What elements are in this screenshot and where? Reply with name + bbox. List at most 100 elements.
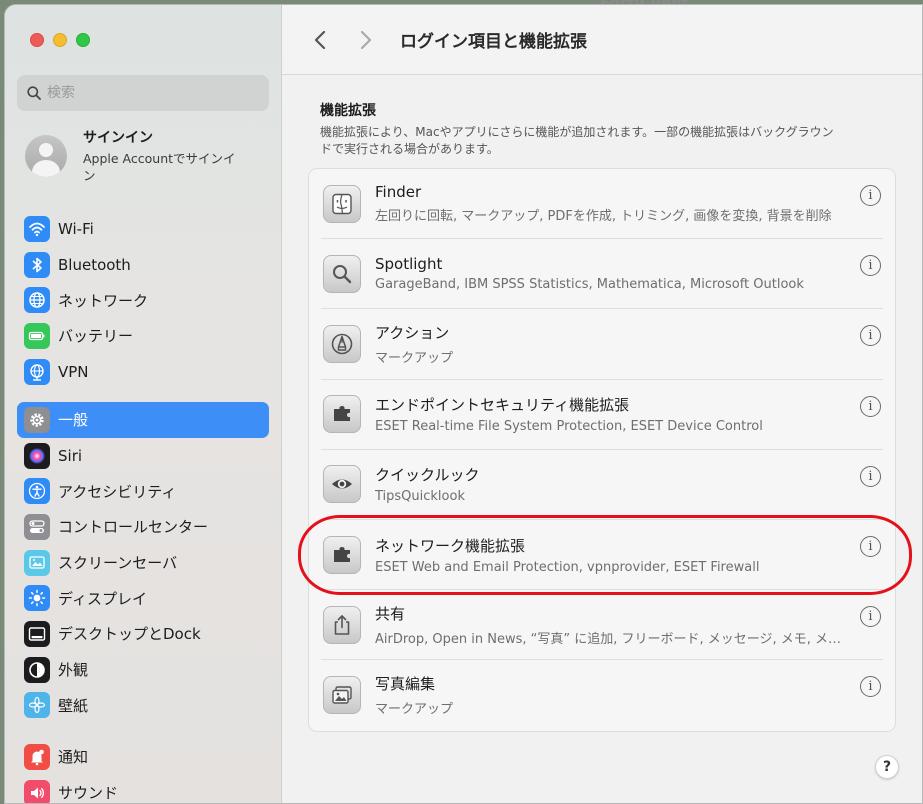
sidebar-item-sun[interactable]: ディスプレイ [17, 580, 269, 616]
info-button[interactable]: i [860, 185, 881, 206]
extension-subtitle: ESET Real-time File System Protection, E… [375, 419, 763, 435]
sidebar-item-control-center[interactable]: コントロールセンター [17, 509, 269, 545]
extension-title: エンドポイントセキュリティ機能拡張 [375, 396, 630, 415]
appearance-icon [24, 656, 50, 683]
sidebar-item-flower[interactable]: 壁紙 [17, 688, 269, 724]
extension-subtitle: 左回りに回転, マークアップ, PDFを作成, トリミング, 画像を変換, 背景… [375, 209, 832, 225]
forward-button[interactable] [352, 26, 380, 54]
bluetooth-icon [24, 251, 50, 278]
sidebar-group-system: 一般 Siri アクセシビリティコントロールセンター スクリーンセーバ ディスプレイデス… [17, 402, 269, 723]
sidebar-item-appearance[interactable]: 外観 [17, 652, 269, 688]
sidebar-item-label: ディスプレイ [58, 589, 147, 608]
extension-row: Finder 左回りに回転, マークアップ, PDFを作成, トリミング, 画像を… [321, 169, 883, 240]
sidebar-item-label: Siri [58, 446, 83, 465]
chevron-left-icon [314, 30, 326, 49]
sidebar-item-label: アクセシビリティ [58, 482, 177, 501]
magnifier-icon [323, 254, 361, 293]
sidebar-item-globe[interactable]: ネットワーク [17, 282, 269, 318]
page-title: ログイン項目と機能拡張 [400, 32, 587, 52]
account-subtitle: Apple Accountでサインイン [83, 151, 236, 183]
system-settings-window: サインイン Apple Accountでサインイン Wi-Fi Bluetooth… [4, 4, 923, 804]
gear-icon [24, 406, 50, 433]
globe-icon [24, 287, 50, 314]
extension-title: ネットワーク機能拡張 [375, 536, 526, 555]
extension-subtitle: AirDrop, Open in News, “写真” に追加, フリーボード,… [375, 631, 842, 647]
search-field[interactable] [17, 75, 269, 111]
sidebar-item-label: サウンド [58, 784, 119, 803]
sidebar-item-label: VPN [58, 362, 89, 381]
sidebar-item-bell[interactable]: 通知 [17, 739, 269, 775]
sidebar-item-wifi[interactable]: Wi-Fi [17, 211, 269, 247]
extension-row: 写真編集 マークアップ i [321, 660, 883, 730]
window-controls [30, 33, 90, 47]
sidebar-item-speaker[interactable]: サウンド [17, 775, 269, 803]
speaker-icon [24, 779, 50, 803]
extension-row: 共有 AirDrop, Open in News, “写真” に追加, フリーボー… [321, 590, 883, 661]
section-description: 機能拡張により、Macやアプリにさらに機能が追加されます。一部の機能拡張はバック… [320, 125, 834, 156]
sidebar-group-network: Wi-Fi Bluetooth ネットワーク バッテリー VPN [17, 211, 269, 389]
extension-title: Spotlight [375, 255, 443, 274]
sidebar-item-label: コントロールセンター [58, 518, 209, 537]
sidebar-item-label: 一般 [58, 411, 89, 430]
accessibility-icon [24, 478, 50, 505]
photos-icon [323, 676, 361, 715]
account-signin[interactable]: サインイン Apple Accountでサインイン [25, 127, 245, 184]
puzzle-icon [323, 395, 361, 434]
extension-row: クイックルック TipsQuicklook i [321, 450, 883, 520]
main-content: ログイン項目と機能拡張 機能拡張 機能拡張により、Macやアプリにさらに機能が追… [282, 5, 922, 803]
sidebar-item-vpn-globe[interactable]: VPN [17, 354, 269, 390]
extension-row: ネットワーク機能拡張 ESET Web and Email Protection,… [321, 520, 883, 591]
puzzle-icon [323, 535, 361, 574]
sidebar-item-screensaver[interactable]: スクリーンセーバ [17, 545, 269, 581]
share-icon [323, 605, 361, 644]
sidebar-item-label: デスクトップとDock [58, 625, 201, 644]
dock-icon [24, 620, 50, 647]
close-window-button[interactable] [30, 33, 44, 47]
flower-icon [24, 692, 50, 719]
help-button[interactable]: ? [875, 755, 899, 779]
bell-icon [24, 743, 50, 770]
wifi-icon [24, 215, 50, 242]
sidebar-item-gear[interactable]: 一般 [17, 402, 269, 438]
sidebar-item-dock[interactable]: デスクトップとDock [17, 616, 269, 652]
extension-title: アクション [375, 323, 450, 342]
info-button[interactable]: i [860, 606, 881, 628]
extensions-section-header: 機能拡張 機能拡張により、Macやアプリにさらに機能が追加されます。一部の機能拡… [320, 100, 840, 158]
sidebar-item-siri[interactable]: Siri [17, 438, 269, 474]
sidebar-group-notifications: 通知 サウンド [17, 739, 269, 803]
info-button[interactable]: i [860, 465, 881, 487]
sidebar: サインイン Apple Accountでサインイン Wi-Fi Bluetooth… [5, 5, 282, 803]
sidebar-item-accessibility[interactable]: アクセシビリティ [17, 473, 269, 509]
sidebar-item-battery[interactable]: バッテリー [17, 318, 269, 354]
extension-subtitle: TipsQuicklook [375, 489, 465, 505]
minimize-window-button[interactable] [53, 33, 67, 47]
sidebar-item-label: 壁紙 [58, 696, 89, 715]
back-button[interactable] [306, 26, 334, 54]
extension-title: Finder [375, 183, 422, 202]
battery-icon [24, 322, 50, 349]
sidebar-item-label: ネットワーク [58, 291, 149, 310]
extension-title: 写真編集 [375, 675, 436, 694]
search-input[interactable] [47, 85, 247, 101]
zoom-window-button[interactable] [76, 33, 90, 47]
sidebar-item-label: Bluetooth [58, 255, 131, 274]
sidebar-item-label: Wi-Fi [58, 219, 94, 238]
extension-subtitle: ESET Web and Email Protection, vpnprovid… [375, 559, 760, 575]
extension-row: エンドポイントセキュリティ機能拡張 ESET Real-time File Sys… [321, 380, 883, 450]
info-button[interactable]: i [860, 395, 881, 417]
extension-row: Spotlight GarageBand, IBM SPSS Statistics… [321, 239, 883, 310]
extension-row: アクション マークアップ i [321, 309, 883, 380]
chevron-right-icon [360, 30, 372, 49]
finder-icon [323, 184, 361, 223]
extension-subtitle: マークアップ [375, 350, 454, 366]
sidebar-item-label: バッテリー [58, 327, 134, 346]
search-icon [27, 86, 41, 100]
eye-icon [323, 465, 361, 504]
account-name: サインイン [83, 130, 153, 146]
extension-title: 共有 [375, 604, 406, 623]
sidebar-item-label: スクリーンセーバ [58, 554, 178, 573]
sidebar-item-label: 通知 [58, 748, 89, 767]
control-center-icon [24, 513, 50, 540]
info-button[interactable]: i [860, 535, 881, 557]
sidebar-item-bluetooth[interactable]: Bluetooth [17, 247, 269, 283]
